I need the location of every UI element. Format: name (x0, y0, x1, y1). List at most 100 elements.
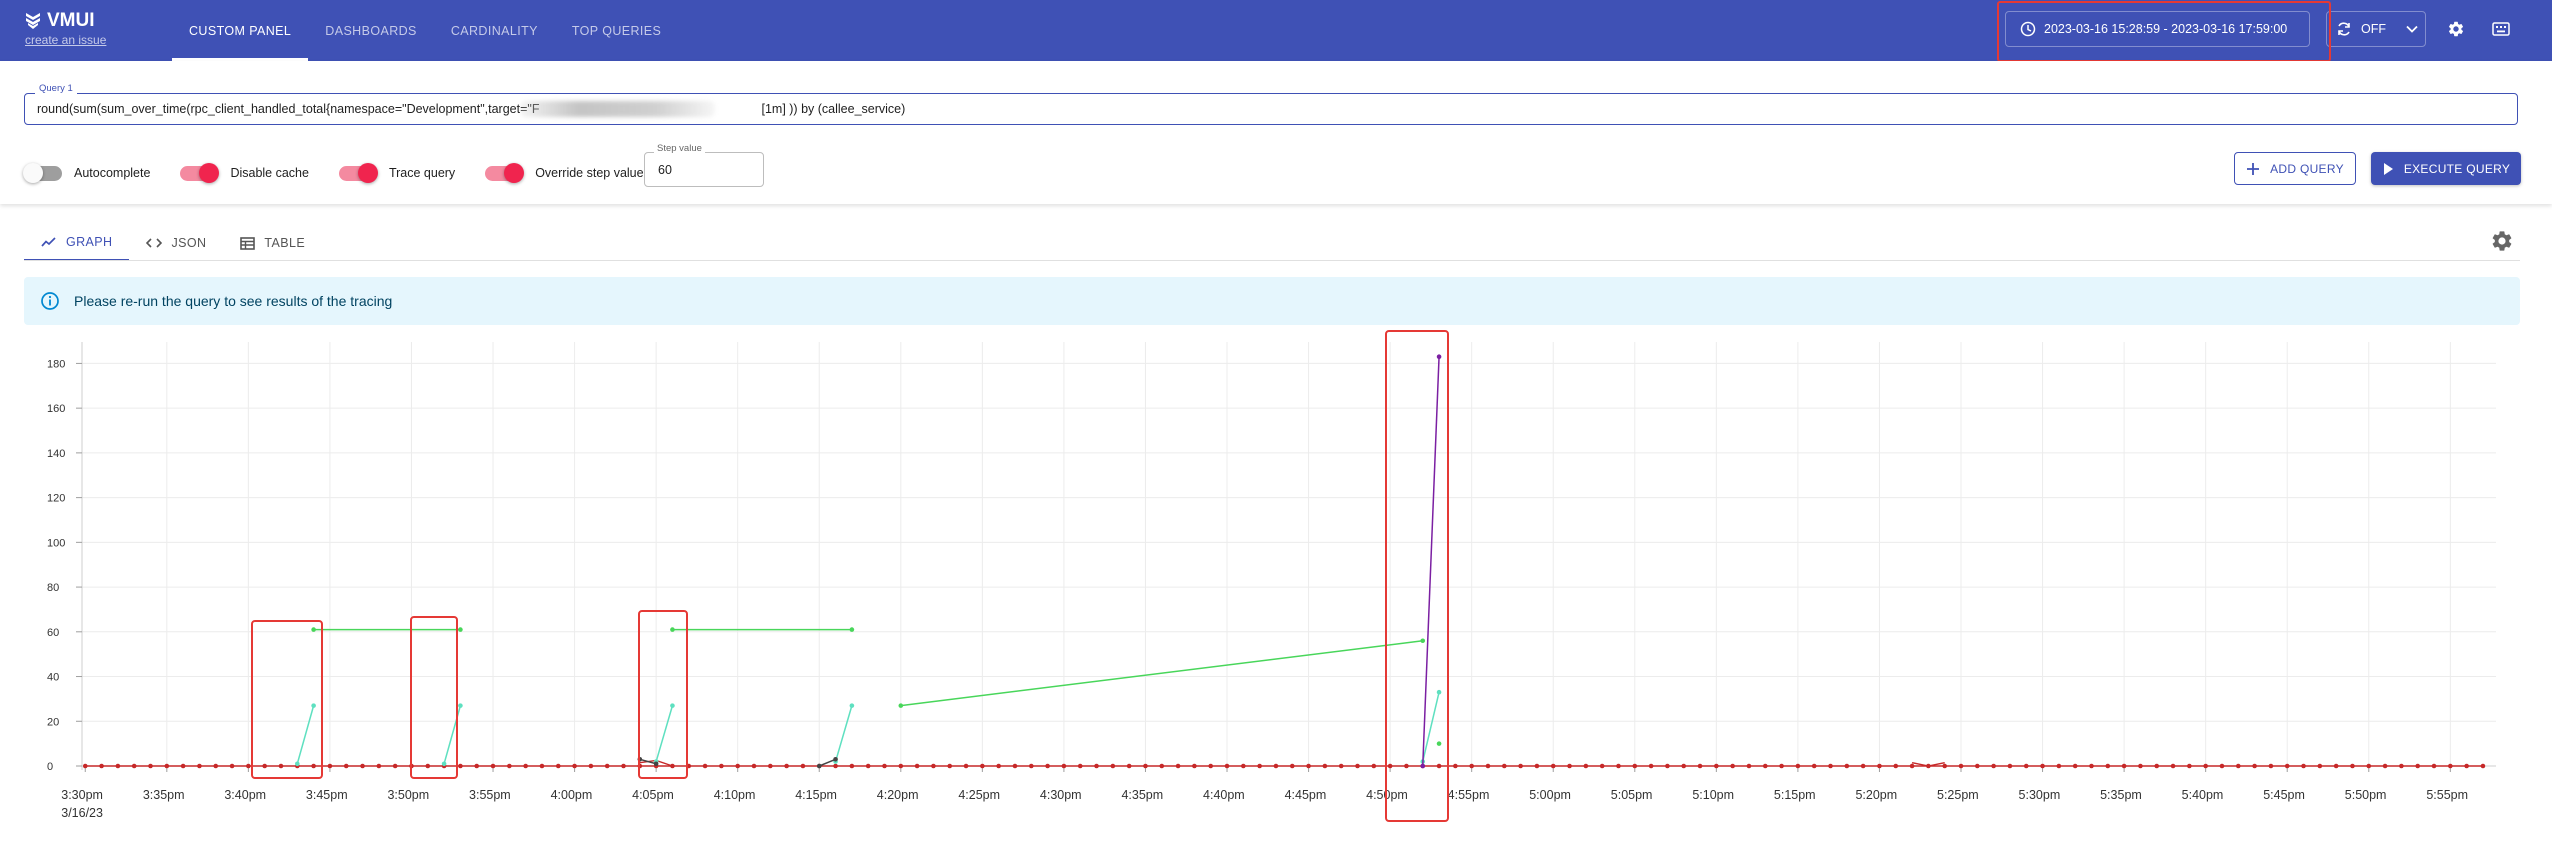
series-point-zero (180, 763, 186, 769)
series-point-zero (1355, 763, 1360, 769)
tab-table[interactable]: TABLE (223, 225, 322, 261)
auto-refresh-button[interactable]: OFF (2326, 11, 2426, 47)
autocomplete-toggle[interactable]: Autocomplete (23, 162, 151, 183)
series-point-zero (2007, 763, 2013, 769)
execute-query-button[interactable]: EXECUTE QUERY (2371, 152, 2521, 185)
series-point (670, 627, 675, 632)
series-point-zero (99, 763, 104, 769)
series-point-zero (1289, 763, 1295, 769)
series-point-zero (2301, 763, 2306, 769)
series-point-zero (425, 763, 431, 769)
redaction-blur (520, 101, 715, 117)
nav-tab-cardinality[interactable]: CARDINALITY (434, 0, 555, 61)
x-tick-label: 4:05pm (632, 788, 674, 802)
override-step-toggle[interactable]: Override step value (485, 162, 644, 183)
series-point (295, 761, 300, 767)
series-point-zero (458, 763, 463, 769)
series-point-zero (2121, 763, 2127, 769)
series-point-zero (2382, 763, 2388, 769)
series-point-zero (1306, 763, 1311, 769)
x-tick-label: 3:35pm (143, 788, 185, 802)
series-point (458, 703, 463, 708)
series-point-zero (148, 763, 153, 769)
series-segment (655, 705, 674, 762)
graph-settings-icon[interactable] (2490, 229, 2514, 253)
series-point-zero (246, 763, 251, 769)
series-point-zero (1012, 763, 1018, 769)
series-point-zero (2464, 763, 2469, 769)
series-point-zero (1143, 763, 1148, 769)
series-point-zero (947, 763, 953, 769)
x-tick-label: 4:40pm (1203, 788, 1245, 802)
x-tick-label: 5:05pm (1611, 788, 1653, 802)
tab-graph[interactable]: GRAPH (24, 225, 130, 261)
series-point-zero (327, 763, 333, 769)
time-range-button[interactable]: 2023-03-16 15:28:59 - 2023-03-16 17:59:0… (2005, 11, 2310, 47)
x-tick-label: 5:45pm (2263, 788, 2305, 802)
settings-icon (2448, 21, 2464, 37)
series-point-zero (82, 763, 88, 769)
override-step-switch[interactable] (485, 162, 525, 183)
vmui-logo[interactable]: VMUI (25, 10, 95, 32)
series-point-zero (1877, 763, 1882, 769)
nav-tab-top-queries[interactable]: TOP QUERIES (555, 0, 678, 61)
series-point-zero (1192, 763, 1197, 769)
series-point-zero (931, 763, 936, 769)
nav-tab-custom-panel[interactable]: CUSTOM PANEL (172, 0, 309, 61)
x-tick-label: 4:30pm (1040, 788, 1082, 802)
series-point-zero (1045, 763, 1050, 769)
x-tick-label: 5:55pm (2426, 788, 2468, 802)
series-point-zero (1241, 763, 1246, 769)
x-tick-label: 5:50pm (2345, 788, 2387, 802)
series-point-zero (1469, 763, 1474, 769)
trace-query-switch[interactable] (338, 162, 378, 183)
series-point-zero (131, 763, 137, 769)
chart-annotations (251, 330, 1449, 822)
nav-tab-dashboards[interactable]: DASHBOARDS (308, 0, 434, 61)
line-chart-icon (41, 237, 56, 247)
series-point-zero (2154, 763, 2160, 769)
x-tick-label: 3:40pm (224, 788, 266, 802)
autocomplete-label: Autocomplete (74, 166, 151, 180)
series-point-zero (490, 763, 496, 769)
series-point (849, 627, 855, 632)
disable-cache-switch[interactable] (180, 162, 220, 183)
add-query-button[interactable]: ADD QUERY (2234, 152, 2356, 185)
disable-cache-label: Disable cache (230, 166, 309, 180)
series-point-zero (833, 763, 838, 769)
result-tabs: GRAPH JSON TABLE (24, 225, 322, 261)
series-point-zero (2480, 763, 2486, 769)
series-point-zero (2317, 763, 2323, 769)
series-point-zero (360, 763, 365, 769)
series-point-zero (572, 763, 577, 769)
chart-grid (82, 342, 2496, 766)
y-tick-label: 140 (47, 448, 65, 460)
tracing-info-alert: Please re-run the query to see results o… (24, 277, 2520, 325)
series-point-zero (702, 763, 708, 769)
series-point-zero (1648, 763, 1654, 769)
time-range-text: 2023-03-16 15:28:59 - 2023-03-16 17:59:0… (2044, 22, 2288, 36)
series-point-zero (1893, 763, 1899, 769)
y-tick-label: 180 (47, 358, 65, 370)
create-issue-link[interactable]: create an issue (25, 33, 106, 47)
series-point-zero (1436, 763, 1442, 769)
chart-axes: 0 20 40 60 80 100 120 140 160 180 3:30pm 3:35pm 3:40… (47, 342, 2496, 820)
series-point-zero (1730, 763, 1735, 769)
series-point-zero (555, 763, 561, 769)
series-point-zero (882, 763, 887, 769)
shortcuts-button[interactable] (2481, 11, 2521, 47)
settings-button[interactable] (2436, 11, 2476, 47)
query-result-chart: 0 20 40 60 80 100 120 140 160 180 3:30pm 3:35pm 3:40… (47, 330, 2496, 822)
series-point-zero (2040, 763, 2045, 769)
query-input[interactable]: round(sum(sum_over_time(rpc_client_handl… (24, 93, 2518, 125)
tab-json[interactable]: JSON (129, 225, 223, 261)
series-point (1420, 638, 1426, 644)
trace-query-toggle[interactable]: Trace query (338, 162, 455, 183)
tabs-divider (24, 260, 2520, 261)
series-point-zero (621, 763, 626, 769)
disable-cache-toggle[interactable]: Disable cache (180, 162, 309, 183)
series-segment (834, 705, 853, 762)
x-tick-label: 4:10pm (714, 788, 756, 802)
autocomplete-switch[interactable] (23, 162, 62, 183)
step-value-input[interactable]: 60 (644, 152, 764, 187)
